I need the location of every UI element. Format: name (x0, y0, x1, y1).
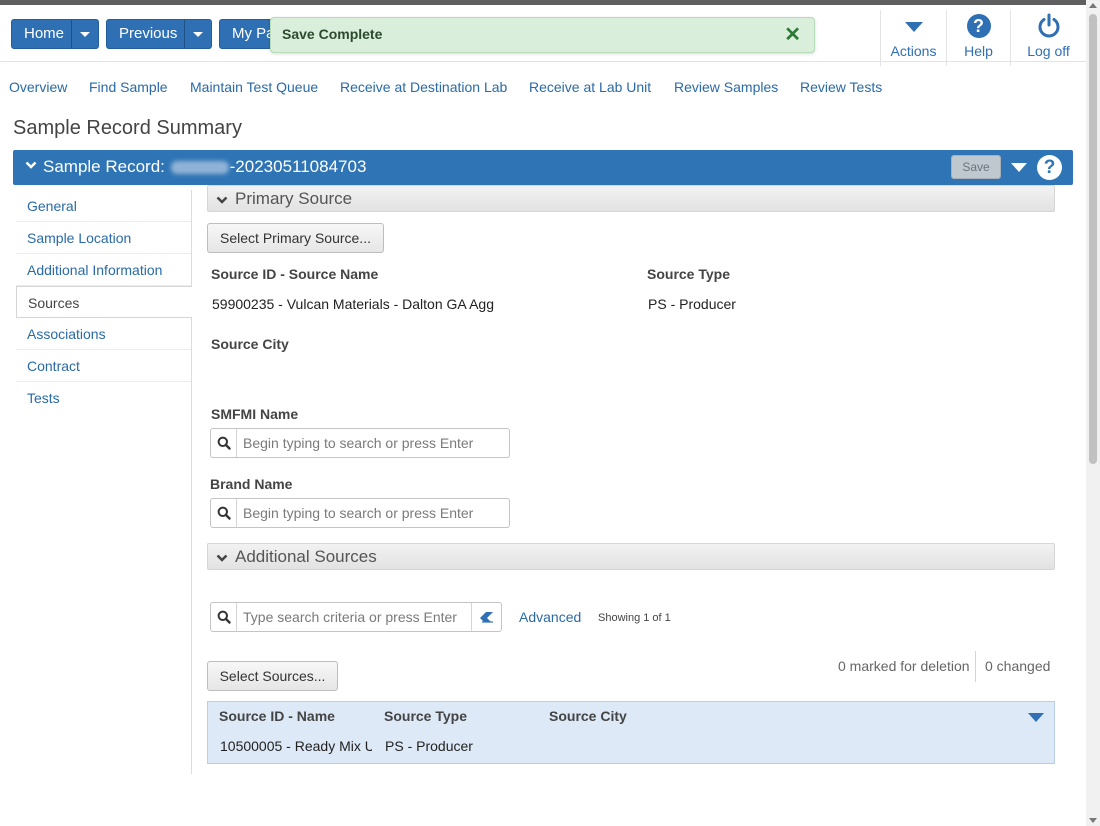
power-icon (1038, 13, 1060, 38)
chevron-down-icon (193, 31, 203, 37)
changed-count: 0 changed (985, 658, 1051, 674)
source-type-label: Source Type (647, 266, 730, 282)
additional-sources-section-header[interactable]: Additional Sources (207, 543, 1055, 570)
section-title: Primary Source (235, 189, 353, 208)
my-pages-button-label: My Pa (232, 25, 275, 42)
log-off-label: Log off (1027, 43, 1070, 59)
source-city-label: Source City (211, 336, 289, 352)
select-primary-source-button[interactable]: Select Primary Source... (207, 223, 384, 253)
advanced-search-link[interactable]: Advanced (519, 609, 581, 625)
sidebar-item-contract[interactable]: Contract (16, 350, 191, 382)
cell-source-id-name: 10500005 - Ready Mix U (220, 738, 372, 754)
sidebar-item-general[interactable]: General (16, 190, 191, 222)
home-button[interactable]: Home (11, 19, 99, 49)
sidebar-item-tests[interactable]: Tests (16, 382, 191, 414)
help-icon: ? (966, 14, 991, 38)
record-id: -20230511084703 (229, 157, 367, 176)
help-icon[interactable]: ? (1037, 155, 1062, 180)
sidebar-item-additional-information[interactable]: Additional Information (16, 254, 191, 286)
column-header-source-type[interactable]: Source Type (384, 708, 467, 724)
nav-review-samples[interactable]: Review Samples (674, 79, 778, 95)
secondary-nav: Overview Find Sample Maintain Test Queue… (0, 62, 1086, 112)
brand-name-input[interactable] (238, 499, 506, 527)
help-button[interactable]: ? Help (946, 10, 1010, 66)
additional-sources-search-input[interactable] (238, 603, 470, 631)
chevron-down-icon[interactable] (25, 159, 37, 171)
previous-button[interactable]: Previous (106, 19, 212, 49)
eraser-icon[interactable] (471, 603, 501, 631)
home-dropdown-toggle[interactable] (71, 20, 98, 48)
source-type-value: PS - Producer (648, 296, 736, 312)
select-sources-button[interactable]: Select Sources... (207, 661, 338, 691)
previous-button-label: Previous (119, 25, 178, 42)
actions-menu-button[interactable]: Actions (880, 10, 946, 66)
triangle-down-icon (905, 22, 923, 32)
search-icon[interactable] (211, 429, 237, 457)
sidebar-item-sources[interactable]: Sources (16, 286, 192, 318)
nav-find-sample[interactable]: Find Sample (89, 79, 168, 95)
search-icon[interactable] (211, 603, 237, 631)
brand-name-label: Brand Name (210, 476, 293, 492)
chevron-down-icon (216, 196, 228, 204)
scrollbar-thumb[interactable] (1089, 14, 1097, 464)
triangle-down-icon[interactable] (1028, 713, 1044, 722)
close-icon[interactable]: ✕ (784, 23, 801, 47)
additional-sources-grid: Source ID - Name Source Type Source City… (207, 701, 1055, 764)
record-title: Sample Record: -20230511084703 (43, 157, 366, 177)
nav-receive-at-lab-unit[interactable]: Receive at Lab Unit (529, 79, 651, 95)
source-id-label: Source ID - Source Name (211, 266, 379, 282)
save-button[interactable]: Save (951, 155, 1001, 179)
top-toolbar: Home Previous My Pa Save Complete ✕ Acti… (0, 5, 1086, 66)
nav-maintain-test-queue[interactable]: Maintain Test Queue (190, 79, 318, 95)
page-title: Sample Record Summary (13, 117, 242, 139)
save-complete-toast: Save Complete ✕ (270, 17, 815, 53)
actions-label: Actions (890, 43, 937, 59)
sidebar-item-associations[interactable]: Associations (16, 318, 191, 350)
triangle-down-icon[interactable] (1011, 163, 1027, 172)
showing-count: Showing 1 of 1 (598, 612, 671, 624)
help-label: Help (964, 43, 993, 59)
additional-sources-search (210, 602, 502, 632)
scroll-down-icon[interactable] (1089, 818, 1097, 823)
nav-overview[interactable]: Overview (9, 79, 67, 95)
nav-receive-at-destination-lab[interactable]: Receive at Destination Lab (340, 79, 507, 95)
smfmi-name-search (210, 428, 510, 458)
home-button-label: Home (24, 25, 65, 42)
column-header-source-id-name[interactable]: Source ID - Name (219, 708, 335, 724)
marked-for-deletion-count: 0 marked for deletion (838, 658, 970, 674)
scroll-up-icon[interactable] (1089, 3, 1097, 8)
sidebar: General Sample Location Additional Infor… (16, 190, 192, 774)
previous-dropdown-toggle[interactable] (184, 20, 211, 48)
smfmi-name-input[interactable] (238, 429, 506, 457)
redacted-id (170, 161, 229, 175)
nav-review-tests[interactable]: Review Tests (800, 79, 882, 95)
log-off-button[interactable]: Log off (1010, 10, 1086, 66)
toast-message: Save Complete (282, 26, 383, 42)
record-separator: : (160, 157, 165, 176)
sample-record-header: Sample Record: -20230511084703 Save ? (13, 150, 1073, 185)
record-label: Sample Record (43, 157, 161, 176)
section-title: Additional Sources (235, 547, 377, 566)
page-scrollbar[interactable] (1086, 0, 1100, 826)
search-icon[interactable] (211, 499, 237, 527)
divider (975, 651, 976, 682)
chevron-down-icon (216, 554, 228, 562)
brand-name-search (210, 498, 510, 528)
source-id-value: 59900235 - Vulcan Materials - Dalton GA … (212, 296, 494, 312)
column-header-source-city[interactable]: Source City (549, 708, 627, 724)
primary-source-section-header[interactable]: Primary Source (207, 185, 1055, 212)
smfmi-name-label: SMFMI Name (211, 406, 299, 422)
chevron-down-icon (80, 31, 90, 37)
cell-source-type: PS - Producer (385, 738, 473, 754)
sidebar-item-sample-location[interactable]: Sample Location (16, 222, 191, 254)
